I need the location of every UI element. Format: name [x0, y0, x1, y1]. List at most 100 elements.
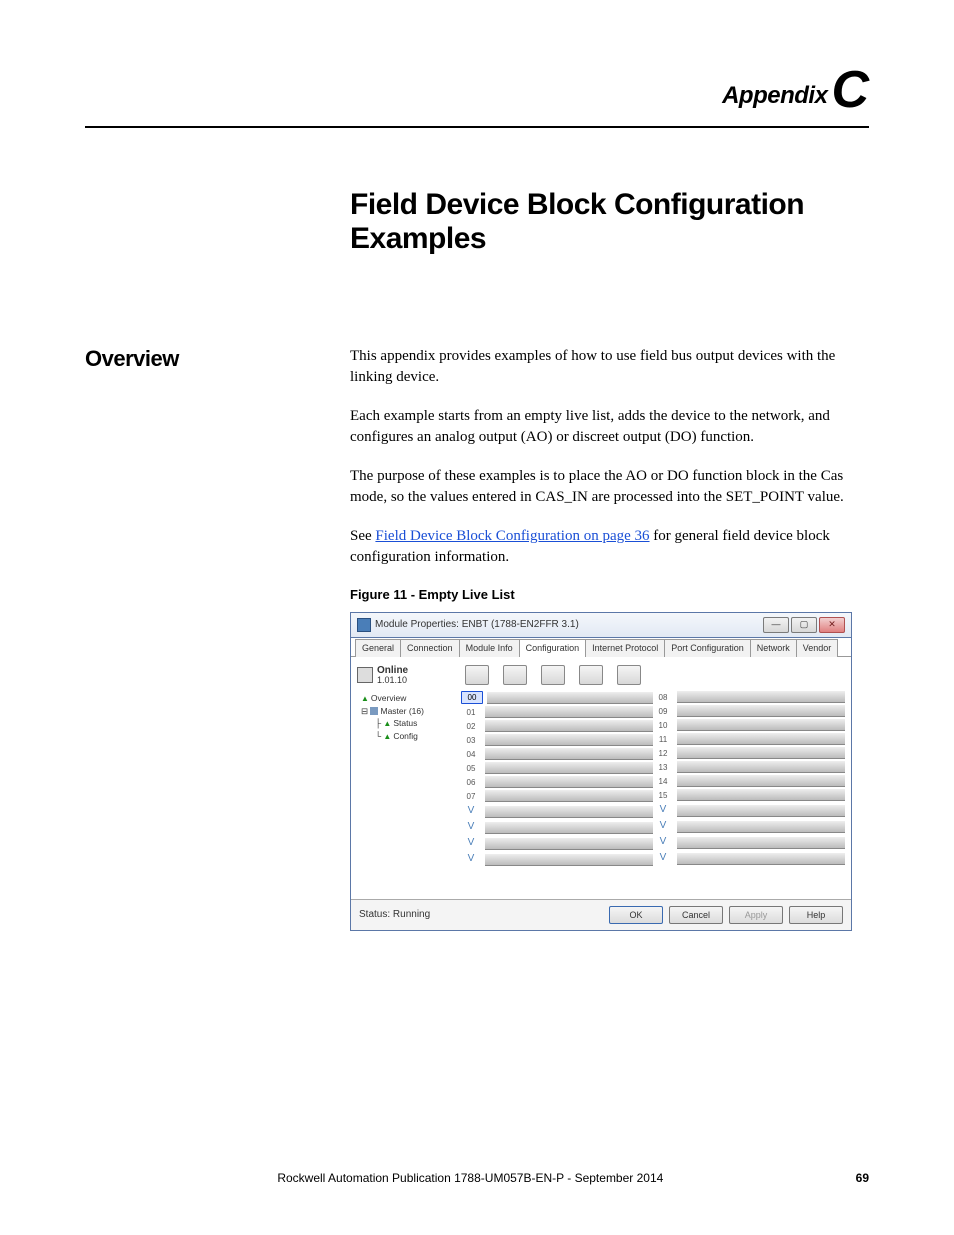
slot-bar: [485, 720, 653, 732]
device-slot[interactable]: 01: [461, 706, 653, 718]
appendix-header: AppendixC: [85, 60, 869, 120]
config-toolbar: [461, 665, 845, 685]
tab-configuration[interactable]: Configuration: [519, 639, 587, 657]
device-slot[interactable]: V: [461, 836, 653, 850]
slot-bar: [677, 789, 845, 801]
tab-network[interactable]: Network: [750, 639, 797, 657]
device-slot[interactable]: 04: [461, 748, 653, 760]
online-indicator: Online1.01.10: [357, 665, 457, 686]
slot-address: 07: [461, 791, 481, 802]
slot-address: V: [461, 852, 481, 866]
device-slot[interactable]: 13: [653, 761, 845, 773]
apply-button[interactable]: Apply: [729, 906, 783, 925]
paragraph: This appendix provides examples of how t…: [350, 346, 869, 388]
slot-address: V: [653, 819, 673, 833]
slot-address: 12: [653, 748, 673, 759]
slot-bar: [485, 776, 653, 788]
slot-address: V: [653, 851, 673, 865]
slot-bar: [677, 705, 845, 717]
device-slot[interactable]: V: [461, 852, 653, 866]
ok-button[interactable]: OK: [609, 906, 663, 925]
slot-address: 04: [461, 749, 481, 760]
cancel-button[interactable]: Cancel: [669, 906, 723, 925]
device-slot[interactable]: 02: [461, 720, 653, 732]
toolbar-button[interactable]: [465, 665, 489, 685]
device-slot[interactable]: 03: [461, 734, 653, 746]
device-slot[interactable]: V: [653, 835, 845, 849]
device-slot[interactable]: V: [653, 803, 845, 817]
device-slot[interactable]: 05: [461, 762, 653, 774]
toolbar-button[interactable]: [617, 665, 641, 685]
close-button[interactable]: ✕: [819, 617, 845, 633]
device-slot[interactable]: V: [461, 820, 653, 834]
device-slot[interactable]: 10: [653, 719, 845, 731]
slot-address: 03: [461, 735, 481, 746]
slot-bar: [677, 821, 845, 833]
slot-address: 06: [461, 777, 481, 788]
slot-address: 09: [653, 706, 673, 717]
text: See: [350, 528, 375, 544]
tab-vendor[interactable]: Vendor: [796, 639, 839, 657]
device-slot[interactable]: V: [653, 819, 845, 833]
slot-bar: [487, 692, 653, 704]
tab-general[interactable]: General: [355, 639, 401, 657]
device-slot[interactable]: 00: [461, 691, 653, 704]
device-slot[interactable]: V: [461, 804, 653, 818]
slot-address: 11: [653, 734, 673, 745]
slot-address: 14: [653, 776, 673, 787]
slot-bar: [677, 775, 845, 787]
device-slot[interactable]: V: [653, 851, 845, 865]
help-button[interactable]: Help: [789, 906, 843, 925]
slot-bar: [677, 719, 845, 731]
dialog-title: Module Properties: ENBT (1788-EN2FFR 3.1…: [375, 618, 579, 632]
slot-address: 05: [461, 763, 481, 774]
toolbar-button[interactable]: [541, 665, 565, 685]
tab-connection[interactable]: Connection: [400, 639, 460, 657]
appendix-letter: C: [831, 61, 869, 119]
tab-module-info[interactable]: Module Info: [459, 639, 520, 657]
device-slot[interactable]: 06: [461, 776, 653, 788]
toolbar-button[interactable]: [503, 665, 527, 685]
slot-bar: [677, 761, 845, 773]
device-slot[interactable]: 14: [653, 775, 845, 787]
publication-id: Rockwell Automation Publication 1788-UM0…: [277, 1171, 663, 1185]
slot-address: V: [461, 820, 481, 834]
tree-master[interactable]: Master (16): [380, 706, 423, 716]
slot-bar: [677, 805, 845, 817]
slot-address: V: [461, 804, 481, 818]
dialog-icon: [357, 618, 371, 632]
slot-address: V: [461, 836, 481, 850]
minimize-button[interactable]: —: [763, 617, 789, 633]
toolbar-button[interactable]: [579, 665, 603, 685]
slot-address: 08: [653, 692, 673, 703]
device-slot[interactable]: 15: [653, 789, 845, 801]
tab-strip: General Connection Module Info Configura…: [351, 638, 851, 657]
slot-bar: [485, 762, 653, 774]
slot-bar: [485, 734, 653, 746]
tree-overview[interactable]: Overview: [371, 693, 406, 703]
cross-ref-link[interactable]: Field Device Block Configuration on page…: [375, 528, 649, 544]
slot-address: V: [653, 803, 673, 817]
device-slot[interactable]: 07: [461, 790, 653, 802]
tab-port-configuration[interactable]: Port Configuration: [664, 639, 751, 657]
slot-address: 02: [461, 721, 481, 732]
tree-status[interactable]: Status: [393, 718, 417, 728]
maximize-button[interactable]: ▢: [791, 617, 817, 633]
tree-config[interactable]: Config: [393, 731, 418, 741]
slot-bar: [677, 837, 845, 849]
device-slot[interactable]: 09: [653, 705, 845, 717]
page-number: 69: [856, 1171, 869, 1185]
figure-caption: Figure 11 - Empty Live List: [350, 586, 869, 604]
device-slot[interactable]: 08: [653, 691, 845, 703]
page-title: Field Device Block Configuration Example…: [350, 188, 869, 256]
slot-bar: [677, 691, 845, 703]
nav-tree[interactable]: ▲Overview ⊟ Master (16) ├ ▲Status └ ▲Con…: [357, 692, 457, 744]
tab-internet-protocol[interactable]: Internet Protocol: [585, 639, 665, 657]
slot-bar: [485, 838, 653, 850]
slot-address: 01: [461, 707, 481, 718]
slot-address: 15: [653, 790, 673, 801]
slot-address: 13: [653, 762, 673, 773]
paragraph: The purpose of these examples is to plac…: [350, 466, 869, 508]
device-slot[interactable]: 12: [653, 747, 845, 759]
device-slot[interactable]: 11: [653, 733, 845, 745]
